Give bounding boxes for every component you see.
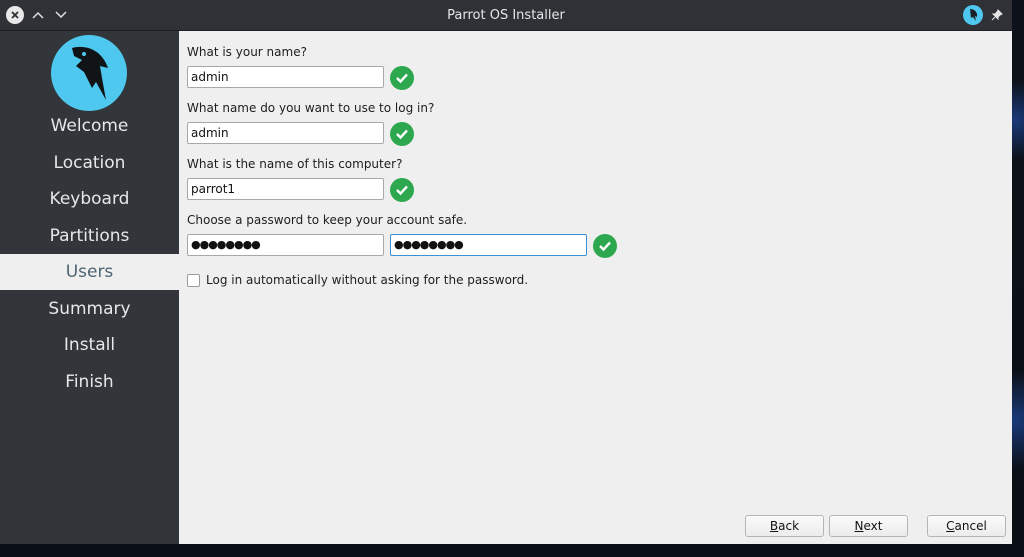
cancel-mnemonic: C	[946, 519, 955, 533]
cancel-button[interactable]: Cancel	[927, 515, 1006, 537]
back-label: ack	[778, 519, 800, 533]
password-confirm-field[interactable]: ●●●●●●●●	[390, 234, 587, 256]
name-valid-icon	[390, 66, 414, 90]
sidebar-item-summary: Summary	[48, 299, 131, 319]
sidebar-item-finish: Finish	[65, 372, 114, 392]
autologin-checkbox[interactable]	[187, 274, 200, 287]
title-bar: Parrot OS Installer	[0, 0, 1012, 31]
name-field[interactable]: admin	[187, 66, 384, 88]
computer-name-label: What is the name of this computer?	[187, 157, 403, 171]
autologin-label[interactable]: Log in automatically without asking for …	[206, 273, 528, 287]
pin-icon[interactable]	[988, 6, 1006, 24]
password-label: Choose a password to keep your account s…	[187, 213, 468, 227]
installer-window: Parrot OS Installer Welcome Location Key…	[0, 0, 1012, 544]
sidebar-item-keyboard: Keyboard	[49, 189, 130, 209]
next-label: ext	[863, 519, 883, 533]
login-name-field[interactable]: admin	[187, 122, 384, 144]
window-title: Parrot OS Installer	[447, 8, 565, 23]
computer-name-field[interactable]: parrot1	[187, 178, 384, 200]
cancel-label: ancel	[954, 519, 987, 533]
sidebar: Welcome Location Keyboard Partitions Use…	[0, 31, 179, 544]
sidebar-item-install: Install	[63, 335, 116, 355]
login-label: What name do you want to use to log in?	[187, 101, 435, 115]
login-valid-icon	[390, 122, 414, 146]
back-button[interactable]: Back	[745, 515, 824, 537]
next-mnemonic: N	[854, 519, 864, 533]
password-valid-icon	[593, 234, 617, 258]
back-mnemonic: B	[769, 519, 779, 533]
sidebar-item-users: Users	[0, 254, 179, 290]
users-page: What is your name? admin What name do yo…	[179, 31, 1012, 544]
computer-valid-icon	[390, 178, 414, 202]
next-button[interactable]: Next	[829, 515, 908, 537]
parrot-app-icon	[963, 5, 983, 25]
parrot-logo-icon	[51, 35, 127, 111]
sidebar-item-partitions: Partitions	[49, 226, 130, 246]
password-field[interactable]: ●●●●●●●●	[187, 234, 384, 256]
sidebar-item-location: Location	[53, 153, 126, 173]
name-label: What is your name?	[187, 45, 307, 59]
sidebar-item-welcome: Welcome	[50, 116, 129, 136]
